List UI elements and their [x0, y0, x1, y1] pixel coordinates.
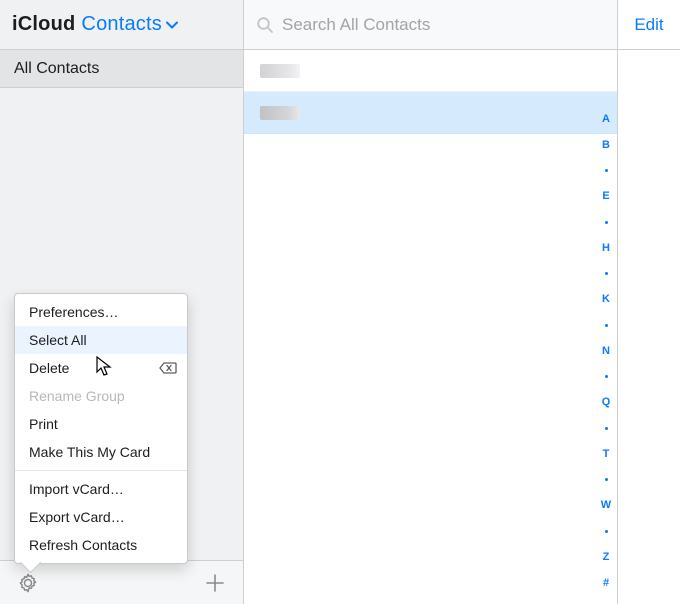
edit-label: Edit — [634, 15, 663, 35]
alpha-index-item[interactable]: W — [597, 496, 615, 514]
gear-icon — [17, 572, 39, 594]
alpha-index-dot — [605, 272, 608, 275]
menu-item-label: Rename Group — [29, 388, 125, 404]
contact-row[interactable] — [244, 92, 617, 134]
contact-detail-pane — [618, 50, 680, 604]
menu-item[interactable]: Refresh Contacts — [15, 531, 187, 559]
brand-label: iCloud — [12, 13, 75, 36]
menu-item-label: Make This My Card — [29, 444, 150, 460]
sidebar-item-all-contacts[interactable]: All Contacts — [0, 50, 243, 88]
section-dropdown[interactable]: Contacts — [81, 13, 178, 36]
contacts-list — [244, 50, 617, 134]
alpha-index-dot — [605, 427, 608, 430]
alpha-index-item[interactable] — [597, 265, 615, 283]
chevron-down-icon — [166, 20, 178, 30]
menu-item[interactable]: Make This My Card — [15, 438, 187, 466]
delete-key-icon — [159, 362, 177, 374]
alpha-index-item[interactable]: E — [597, 187, 615, 205]
menu-item-label: Select All — [29, 332, 87, 348]
contacts-pane: AB E H K N Q T W Z # — [244, 50, 618, 604]
alpha-index-dot — [605, 478, 608, 481]
alpha-index-item[interactable]: A — [597, 110, 615, 128]
contact-row[interactable] — [244, 50, 617, 92]
alpha-index-item[interactable]: N — [597, 342, 615, 360]
menu-item[interactable]: Print — [15, 410, 187, 438]
menu-item[interactable]: Export vCard… — [15, 503, 187, 531]
menu-item-label: Export vCard… — [29, 509, 125, 525]
menu-item-label: Preferences… — [29, 304, 118, 320]
search-icon — [256, 16, 274, 34]
alpha-index-item[interactable]: Q — [597, 393, 615, 411]
header-title[interactable]: iCloud Contacts — [0, 0, 244, 49]
menu-item-label: Refresh Contacts — [29, 537, 137, 553]
menu-item[interactable]: Delete — [15, 354, 187, 382]
menu-item: Rename Group — [15, 382, 187, 410]
alpha-index-item[interactable] — [597, 162, 615, 180]
settings-menu: Preferences… Select All Delete Rename Group… — [14, 293, 188, 564]
menu-item-label: Delete — [29, 360, 69, 376]
alpha-index[interactable]: AB E H K N Q T W Z # — [597, 110, 615, 592]
alpha-index-item[interactable] — [597, 316, 615, 334]
alpha-index-item[interactable] — [597, 522, 615, 540]
edit-button[interactable]: Edit — [618, 0, 680, 49]
alpha-index-item[interactable]: H — [597, 239, 615, 257]
contact-name-redacted — [260, 106, 300, 120]
add-button[interactable] — [201, 569, 229, 597]
alpha-index-item[interactable]: T — [597, 445, 615, 463]
alpha-index-item[interactable] — [597, 213, 615, 231]
alpha-index-dot — [605, 375, 608, 378]
alpha-index-item[interactable] — [597, 471, 615, 489]
menu-item[interactable]: Import vCard… — [15, 475, 187, 503]
alpha-index-item[interactable]: Z — [597, 548, 615, 566]
section-label: Contacts — [81, 13, 162, 36]
menu-item-label: Import vCard… — [29, 481, 124, 497]
settings-gear-button[interactable] — [14, 569, 42, 597]
menu-item[interactable]: Select All — [15, 326, 187, 354]
plus-icon — [204, 572, 226, 594]
alpha-index-dot — [605, 530, 608, 533]
menu-item[interactable]: Preferences… — [15, 298, 187, 326]
menu-separator — [15, 470, 187, 471]
sidebar-item-label: All Contacts — [14, 60, 99, 78]
contact-name-redacted — [260, 64, 300, 78]
alpha-index-item[interactable]: K — [597, 290, 615, 308]
search-input[interactable] — [282, 15, 605, 35]
alpha-index-dot — [605, 221, 608, 224]
app-header: iCloud Contacts Edit — [0, 0, 680, 50]
search-field[interactable] — [244, 0, 618, 49]
alpha-index-item[interactable] — [597, 368, 615, 386]
alpha-index-dot — [605, 169, 608, 172]
menu-item-label: Print — [29, 416, 58, 432]
alpha-index-item[interactable] — [597, 419, 615, 437]
alpha-index-dot — [605, 324, 608, 327]
alpha-index-item[interactable]: B — [597, 136, 615, 154]
alpha-index-item[interactable]: # — [597, 574, 615, 592]
